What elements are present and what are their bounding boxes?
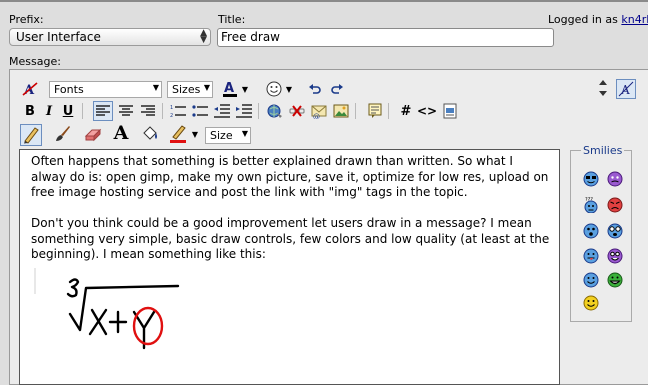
smiley-cool-icon[interactable] xyxy=(583,171,599,187)
prefix-label: Prefix: xyxy=(9,13,44,26)
ordered-list-icon[interactable]: 12 xyxy=(169,102,187,120)
draw-color-dropdown-icon[interactable]: ▼ xyxy=(190,125,200,143)
smiley-tongue-icon[interactable] xyxy=(583,248,599,264)
message-label: Message: xyxy=(9,55,61,68)
draw-pencil-icon[interactable] xyxy=(20,124,42,146)
outdent-icon[interactable] xyxy=(213,102,231,120)
toggle-wysiwyg-icon[interactable]: A xyxy=(616,79,636,99)
title-input[interactable]: Free draw xyxy=(217,28,554,47)
smiley-surprised-icon[interactable] xyxy=(583,223,599,239)
svg-text:A: A xyxy=(224,81,234,96)
svg-text:@: @ xyxy=(313,113,320,119)
select-arrows-icon: ▲ ▼ xyxy=(200,28,207,45)
draw-eraser-icon[interactable] xyxy=(84,125,102,143)
underline-icon[interactable]: U xyxy=(59,102,77,120)
unordered-list-icon[interactable] xyxy=(191,102,209,120)
separator xyxy=(162,103,163,119)
font-color-dropdown-icon[interactable]: ▼ xyxy=(240,80,250,98)
size-select-value: Sizes xyxy=(172,83,201,96)
svg-text:2: 2 xyxy=(170,113,173,118)
message-paragraph-1: Often happens that something is better e… xyxy=(31,154,549,199)
size-select[interactable]: Sizes ▼ xyxy=(167,81,213,98)
draw-color-icon[interactable] xyxy=(169,125,187,143)
chevron-down-icon: ▼ xyxy=(241,129,248,138)
remove-link-icon[interactable] xyxy=(288,102,306,120)
smiley-dropdown-icon[interactable]: ▼ xyxy=(284,80,294,98)
prefix-select[interactable]: User Interface ▲ ▼ xyxy=(9,28,211,46)
insert-link-icon[interactable] xyxy=(266,102,284,120)
prefix-value: User Interface xyxy=(16,30,101,44)
chevron-down-icon: ▼ xyxy=(152,83,159,92)
undo-icon[interactable] xyxy=(306,80,324,98)
redo-icon[interactable] xyxy=(328,80,346,98)
smiley-confused-icon[interactable]: ??? xyxy=(583,197,599,213)
text-cursor xyxy=(34,268,36,294)
remove-format-icon[interactable]: A xyxy=(21,80,39,98)
html-code-icon[interactable]: <> xyxy=(416,102,438,120)
separator xyxy=(388,103,389,119)
font-select[interactable]: Fonts ▼ xyxy=(49,81,162,98)
username-link[interactable]: kn4rF xyxy=(621,13,648,26)
smiley-grin-icon[interactable] xyxy=(607,272,623,288)
hashtag-icon[interactable]: # xyxy=(397,102,415,120)
freehand-drawing xyxy=(66,278,180,350)
font-color-icon[interactable]: A xyxy=(221,80,239,98)
smilies-panel: Smilies ??? xyxy=(570,144,632,322)
smiley-crazy-icon[interactable] xyxy=(607,248,623,264)
title-label: Title: xyxy=(218,13,246,26)
title-value: Free draw xyxy=(221,30,280,44)
separator xyxy=(258,103,259,119)
svg-text:1: 1 xyxy=(170,105,173,111)
indent-icon[interactable] xyxy=(235,102,253,120)
smiley-happy-icon[interactable] xyxy=(583,272,599,288)
login-text: Logged in as xyxy=(548,13,618,26)
draw-size-value: Size xyxy=(210,129,233,142)
smiley-mad-icon[interactable] xyxy=(607,197,623,213)
draw-fill-icon[interactable] xyxy=(141,125,159,143)
draw-brush-icon[interactable] xyxy=(53,125,71,143)
email-link-icon[interactable]: @ xyxy=(310,102,328,120)
chevron-down-icon: ▼ xyxy=(203,83,210,92)
message-textarea[interactable]: Often happens that something is better e… xyxy=(19,149,560,385)
top-border xyxy=(0,0,648,2)
align-right-icon[interactable] xyxy=(139,102,157,120)
draw-size-select[interactable]: Size ▼ xyxy=(205,127,251,144)
bold-icon[interactable]: B xyxy=(21,102,39,120)
message-paragraph-2: Don't you think could be a good improvem… xyxy=(31,216,550,261)
align-center-icon[interactable] xyxy=(117,102,135,120)
align-left-icon[interactable] xyxy=(93,101,113,121)
resize-editor-icon[interactable] xyxy=(594,79,612,97)
smiley-shocked-icon[interactable] xyxy=(607,223,623,239)
smilies-legend: Smilies xyxy=(581,144,625,157)
italic-icon[interactable]: I xyxy=(40,102,58,120)
font-select-value: Fonts xyxy=(54,83,84,96)
login-status: Logged in as kn4rF xyxy=(548,13,648,26)
html-code-label: <> xyxy=(416,104,438,118)
insert-image-icon[interactable] xyxy=(332,102,350,120)
smiley-evil-icon[interactable] xyxy=(607,171,623,187)
quote-icon[interactable] xyxy=(366,102,384,120)
php-code-icon[interactable] xyxy=(441,102,459,120)
separator xyxy=(82,103,83,119)
smiley-menu-icon[interactable] xyxy=(265,80,283,98)
smiley-smile-icon[interactable] xyxy=(583,295,599,311)
draw-text-icon[interactable]: A xyxy=(112,122,130,144)
separator xyxy=(355,103,356,119)
